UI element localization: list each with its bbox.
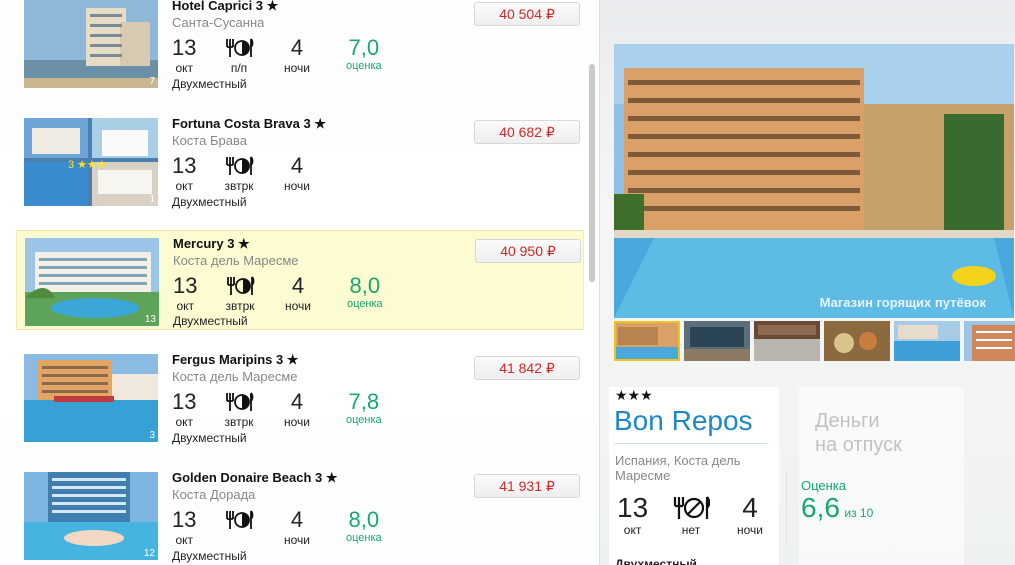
nights-stat: 4 ночи (285, 273, 311, 314)
rating-stat: 7,8 оценка (346, 389, 382, 427)
hotel-location: Испания, Коста дель Маресме (615, 453, 741, 483)
nights-stat: 4 ночи (737, 492, 763, 538)
price-button[interactable]: 40 682 ₽ (474, 120, 580, 144)
nights-stat: 4 ночи (284, 389, 310, 430)
photo-thumbnail[interactable] (824, 321, 890, 361)
promo-card[interactable]: Деньги на отпуск (799, 387, 964, 565)
room-type: Двухместный (615, 557, 697, 565)
meal-stat: звтрк (223, 274, 257, 313)
promo-text: Деньги на отпуск (815, 410, 902, 456)
room-type: Двухместный (172, 549, 247, 563)
hotel-row-caprici[interactable]: 7 Hotel Caprici 3 ★ Санта-Сусанна 13 окт … (16, 0, 584, 114)
photo-count: 12 (143, 548, 155, 559)
rating-stat: 7,0 оценка (346, 35, 382, 73)
hotel-name[interactable]: Golden Donaire Beach 3 ★ (172, 470, 338, 486)
hotel-name[interactable]: Hotel Caprici 3 ★ (172, 0, 278, 14)
photo-thumbnail[interactable] (614, 321, 680, 361)
photo-thumbnails (614, 321, 1015, 361)
nights-stat: 4 ночи (284, 507, 310, 548)
hotel-photo[interactable]: 3 ★★★ 1 (24, 118, 158, 206)
title-divider (614, 443, 767, 444)
photo-thumbnail[interactable] (754, 321, 820, 361)
hotel-photo[interactable]: 3 (24, 354, 158, 442)
price-button[interactable]: 40 950 ₽ (475, 239, 581, 263)
room-type: Двухместный (172, 77, 247, 91)
hotel-name[interactable]: Fergus Maripins 3 ★ (172, 352, 299, 368)
hotel-main-photo[interactable]: Магазин горящих путёвок (614, 44, 1014, 318)
photo-count: 1 (149, 194, 155, 205)
hotel-row-fergus[interactable]: 3 Fergus Maripins 3 ★ Коста дель Maресме… (16, 352, 584, 468)
hotel-photo[interactable]: 12 (24, 472, 158, 560)
meal-icon (223, 274, 257, 298)
price-button[interactable]: 40 504 ₽ (474, 2, 580, 26)
hotel-title[interactable]: Bon Repos (614, 405, 753, 437)
score-value: 6,6 (801, 492, 840, 523)
hotel-row-fortuna[interactable]: 3 ★★★ 1 Fortuna Costa Brava 3 ★ Коста Бр… (16, 116, 584, 232)
meal-stat: звтрк (222, 154, 256, 193)
photo-count: 13 (144, 314, 156, 325)
hotel-location: Коста Дорада (172, 487, 256, 502)
detail-divider (786, 470, 787, 545)
hotel-detail-card: ★★★ Bon Repos Испания, Коста дель Маресм… (609, 387, 779, 565)
list-scrollbar[interactable] (589, 64, 595, 282)
hotel-name[interactable]: Fortuna Costa Brava 3 ★ (172, 116, 326, 132)
hotel-location: Коста дель Maресме (173, 253, 299, 268)
score-label: Оценка (801, 478, 847, 493)
meal-icon (222, 508, 256, 532)
price-button[interactable]: 41 842 ₽ (474, 356, 580, 380)
hotel-photo[interactable]: 13 (25, 238, 159, 326)
rating-stat: 8,0 оценка (347, 273, 383, 311)
meal-stat: звтрк (222, 390, 256, 429)
photo-count: 7 (149, 76, 155, 87)
photo-count: 3 (149, 430, 155, 441)
score-scale: из 10 (844, 506, 874, 520)
room-type: Двухместный (173, 314, 248, 328)
photo-thumbnail[interactable] (964, 321, 1015, 361)
photo-watermark: Магазин горящих путёвок (819, 295, 986, 310)
hotel-location: Санта-Сусанна (172, 15, 265, 30)
date-stat: 13 окт (173, 273, 198, 314)
meal-icon (222, 390, 256, 414)
meal-stat: п/п (222, 36, 256, 75)
hotel-location: Коста дель Maресме (172, 369, 298, 384)
hotel-row-golden-donaire[interactable]: 12 Golden Donaire Beach 3 ★ Коста Дорада… (16, 470, 584, 565)
meal-icon (222, 36, 256, 60)
hotel-location: Коста Брава (172, 133, 247, 148)
hotel-list-panel[interactable]: 7 Hotel Caprici 3 ★ Санта-Сусанна 13 окт … (0, 0, 600, 565)
date-stat: 13 окт (172, 389, 197, 430)
hotel-stars: ★★★ (615, 387, 653, 403)
meal-icon (222, 154, 256, 178)
hotel-row-mercury[interactable]: 13 Mercury 3 ★ Коста дель Maресме 13 окт … (16, 230, 584, 330)
room-type: Двухместный (172, 195, 247, 209)
score-block: Оценка 6,6 из 10 (801, 478, 873, 523)
date-stat: 13 окт (172, 507, 197, 548)
room-type: Двухместный (172, 431, 247, 445)
meal-stat: нет (671, 493, 711, 537)
meal-stat (222, 508, 256, 533)
hotel-name[interactable]: Mercury 3 ★ (173, 236, 250, 252)
nights-stat: 4 ночи (284, 153, 310, 194)
nights-stat: 4 ночи (284, 35, 310, 76)
stars-overlay: 3 ★★★ (68, 159, 107, 171)
price-button[interactable]: 41 931 ₽ (474, 474, 580, 498)
no-meal-icon (671, 493, 711, 523)
photo-thumbnail[interactable] (684, 321, 750, 361)
hotel-photo[interactable]: 7 (24, 0, 158, 88)
date-stat: 13 окт (172, 35, 197, 76)
photo-thumbnail[interactable] (894, 321, 960, 361)
rating-stat: 8,0 оценка (346, 507, 382, 545)
date-stat: 13 окт (617, 492, 649, 538)
date-stat: 13 окт (172, 153, 197, 194)
